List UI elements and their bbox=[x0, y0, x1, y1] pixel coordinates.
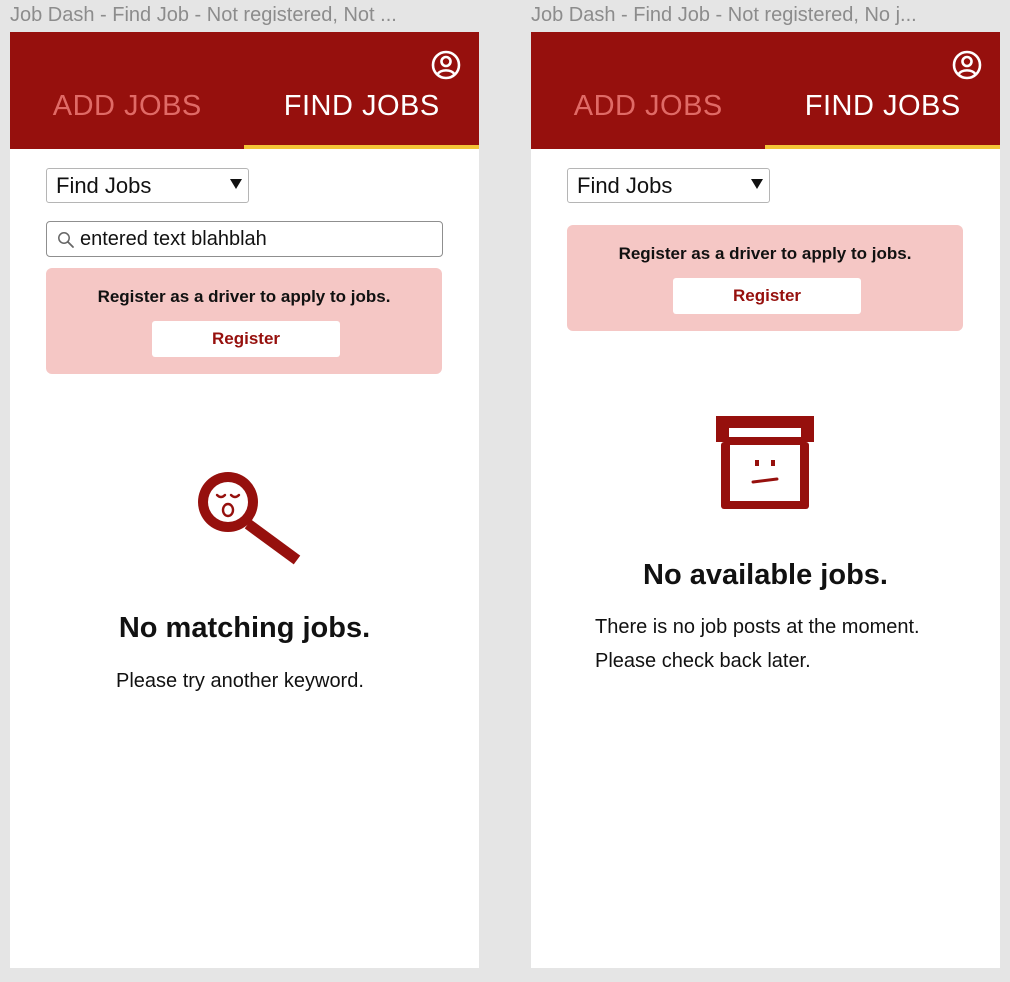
empty-state-message-line-1: There is no job posts at the moment. bbox=[595, 616, 920, 638]
empty-state-message-line-2: Please check back later. bbox=[595, 650, 811, 672]
tab-find-jobs[interactable]: FIND JOBS bbox=[245, 90, 480, 149]
dropdown-value: Find Jobs bbox=[577, 173, 673, 198]
search-value: entered text blahblah bbox=[80, 228, 267, 250]
app-bar: ADD JOBS FIND JOBS bbox=[531, 32, 1000, 149]
dropdown-arrow-icon bbox=[230, 179, 242, 189]
active-tab-indicator bbox=[244, 145, 479, 149]
app-bar: ADD JOBS FIND JOBS bbox=[10, 32, 479, 149]
empty-state-message: Please try another keyword. bbox=[116, 670, 364, 692]
register-banner: Register as a driver to apply to jobs. R… bbox=[567, 225, 963, 331]
account-icon[interactable] bbox=[430, 49, 462, 81]
sad-magnifier-icon bbox=[198, 472, 301, 565]
jobs-view-dropdown[interactable]: Find Jobs bbox=[46, 168, 249, 203]
search-input[interactable]: entered text blahblah bbox=[46, 221, 443, 257]
find-jobs-screen-no-jobs: ADD JOBS FIND JOBS Find Jobs Register as… bbox=[531, 32, 1000, 968]
register-prompt: Register as a driver to apply to jobs. bbox=[97, 287, 391, 306]
register-button[interactable]: Register bbox=[673, 278, 861, 314]
jobs-view-dropdown[interactable]: Find Jobs bbox=[567, 168, 770, 203]
frame-title-1: Job Dash - Find Job - Not registered, No… bbox=[10, 4, 397, 26]
register-button[interactable]: Register bbox=[152, 321, 340, 357]
tab-add-jobs[interactable]: ADD JOBS bbox=[10, 90, 245, 149]
account-icon[interactable] bbox=[951, 49, 983, 81]
empty-box-icon bbox=[716, 416, 814, 509]
tab-find-jobs[interactable]: FIND JOBS bbox=[766, 90, 1001, 149]
empty-state-title: No matching jobs. bbox=[118, 612, 371, 644]
dropdown-value: Find Jobs bbox=[56, 173, 152, 198]
find-jobs-screen-no-match: ADD JOBS FIND JOBS Find Jobs entered tex… bbox=[10, 32, 479, 968]
active-tab-indicator bbox=[765, 145, 1000, 149]
frame-title-2: Job Dash - Find Job - Not registered, No… bbox=[531, 4, 917, 26]
tab-add-jobs[interactable]: ADD JOBS bbox=[531, 90, 766, 149]
search-icon bbox=[58, 232, 74, 248]
register-banner: Register as a driver to apply to jobs. R… bbox=[46, 268, 442, 374]
empty-state-title: No available jobs. bbox=[643, 559, 888, 591]
dropdown-arrow-icon bbox=[751, 179, 763, 189]
register-prompt: Register as a driver to apply to jobs. bbox=[618, 244, 912, 263]
